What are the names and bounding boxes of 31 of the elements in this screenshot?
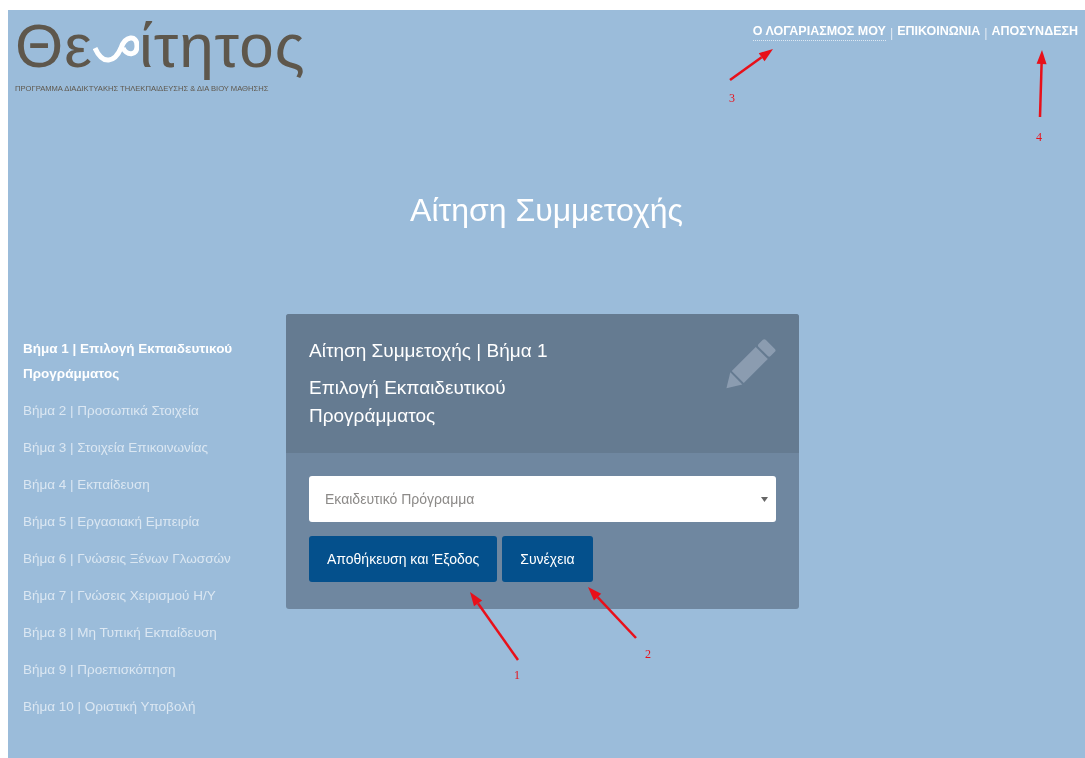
nav-separator: | xyxy=(984,25,988,40)
step-link[interactable]: Βήμα 4 | Εκπαίδευση xyxy=(15,472,286,509)
step-link[interactable]: Βήμα 3 | Στοιχεία Επικοινωνίας xyxy=(15,435,286,472)
caret-icon xyxy=(761,496,768,502)
step-link[interactable]: Βήμα 2 | Προσωπικά Στοιχεία xyxy=(15,398,286,435)
nav-separator: | xyxy=(889,25,894,40)
annotation-number: 2 xyxy=(645,647,651,662)
step-link[interactable]: Βήμα 6 | Γνώσεις Ξένων Γλωσσών xyxy=(15,546,286,583)
card-subtitle: Επιλογή Εκπαιδευτικού Προγράμματος xyxy=(309,376,507,428)
nav-link[interactable]: Ο ΛΟΓΑΡΙΑΣΜΟΣ ΜΟΥ xyxy=(752,24,886,41)
step-link[interactable]: Βήμα 10 | Οριστική Υποβολή xyxy=(15,694,286,731)
form-button[interactable]: Συνέχεια xyxy=(502,536,593,582)
annotation-arrow xyxy=(729,49,773,81)
logo-text: Θε xyxy=(15,15,93,77)
step-link[interactable]: Βήμα 8 | Μη Τυπική Εκπαίδευση xyxy=(15,620,286,657)
annotation-number: 3 xyxy=(729,91,735,106)
step-link[interactable]: Βήμα 1 | Επιλογή Εκπαιδευτικού Προγράμματος xyxy=(15,336,286,398)
annotation-arrow xyxy=(588,587,637,639)
annotation-number: 1 xyxy=(514,668,520,683)
annotation-arrow xyxy=(470,592,520,661)
nav-link[interactable]: ΑΠΟΣΥΝΔΕΣΗ xyxy=(991,24,1078,41)
annotation-number: 4 xyxy=(1036,130,1042,145)
step-link[interactable]: Βήμα 9 | Προεπισκόπηση xyxy=(15,657,286,694)
annotation-arrow xyxy=(1036,50,1047,118)
page-title: Αίτηση Συμμετοχής xyxy=(410,192,683,229)
form-button[interactable]: Αποθήκευση και Έξοδος xyxy=(309,536,498,582)
step-link[interactable]: Βήμα 7 | Γνώσεις Χειρισμού Η/Υ xyxy=(15,583,286,620)
nav-link[interactable]: ΕΠΙΚΟΙΝΩΝΙΑ xyxy=(897,24,981,41)
step-link[interactable]: Βήμα 5 | Εργασιακή Εμπειρία xyxy=(15,509,286,546)
program-select[interactable]: Εκαιδευτικό Πρόγραμμα xyxy=(309,476,776,522)
card-title: Αίτηση Συμμετοχής | Βήμα 1 xyxy=(309,339,549,363)
